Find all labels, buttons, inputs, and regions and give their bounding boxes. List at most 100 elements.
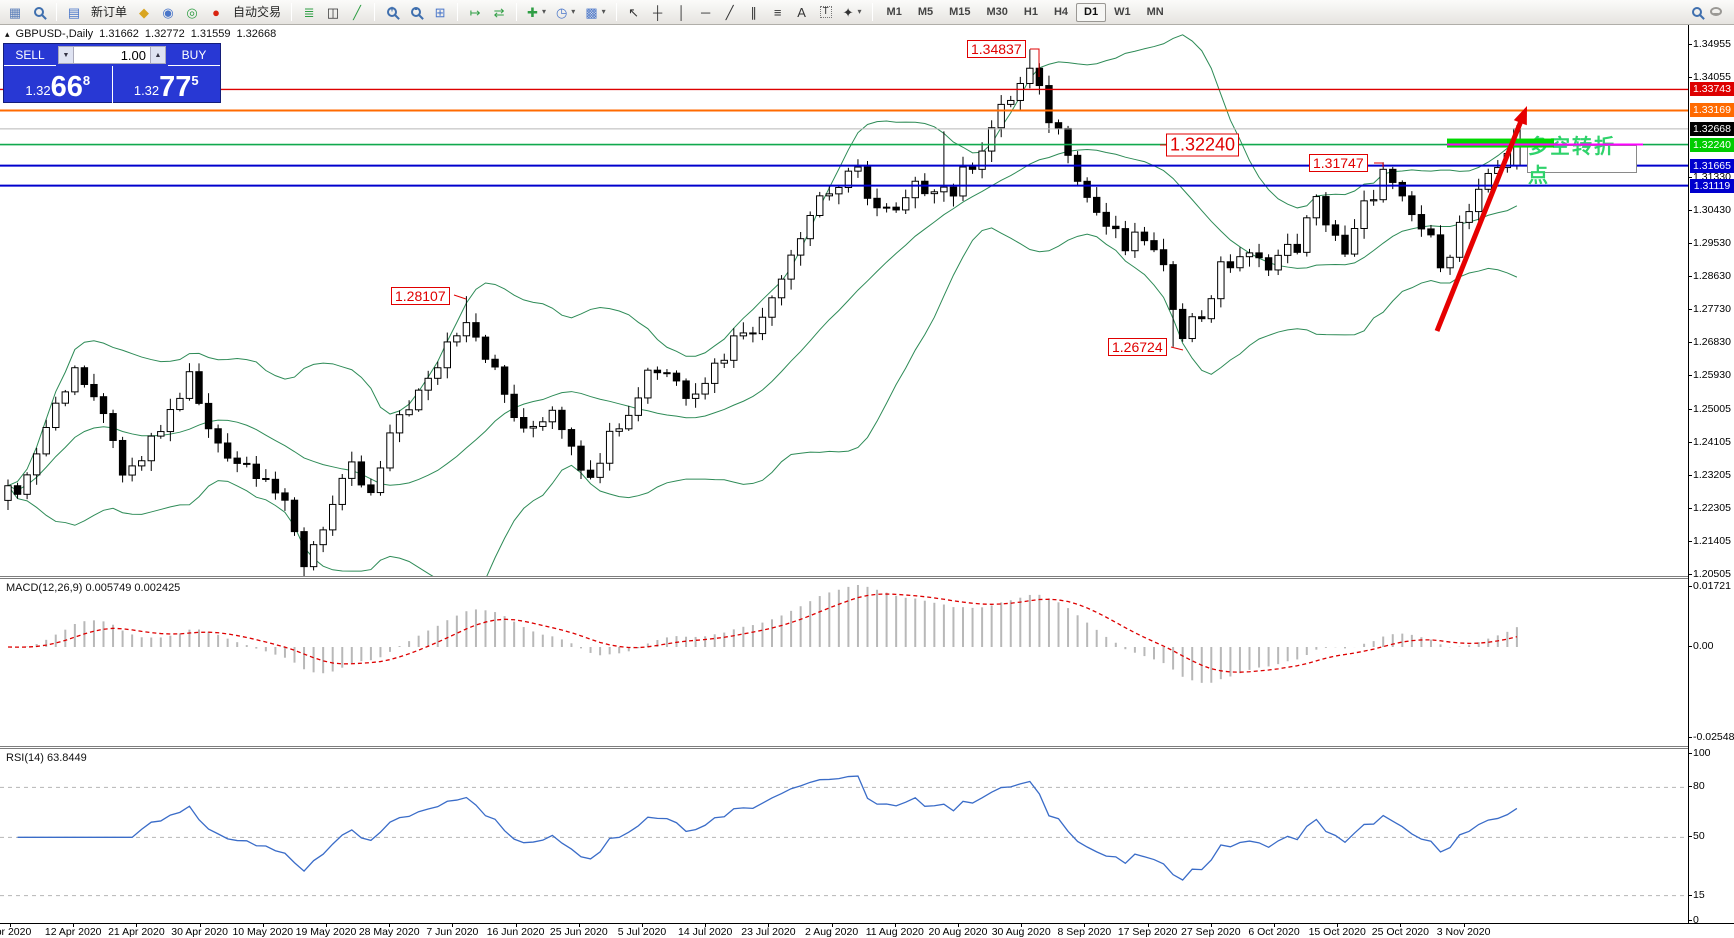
text-icon[interactable]: A: [791, 2, 813, 23]
signals-icon: ◎: [186, 6, 197, 19]
candle-body: [1065, 128, 1071, 155]
candle-body: [683, 381, 689, 398]
candle-body: [91, 384, 97, 396]
signals-icon[interactable]: ◎: [181, 2, 203, 23]
search-icon[interactable]: [1692, 7, 1702, 17]
dropdown-arrow-icon[interactable]: ▾: [542, 8, 546, 16]
autotrade-icon[interactable]: ●: [205, 2, 227, 23]
templates-icon[interactable]: ▩▾: [581, 2, 609, 23]
cursor-icon[interactable]: ↖: [623, 2, 645, 23]
metatrader-app: ▦▤新订单◆◉◎●自动交易≣◫╱+-⊞↦⇄✚▾◷▾▩▾↖┼│─╱∥≡AT✦▾M1…: [0, 0, 1734, 938]
price-callout-1.31747[interactable]: 1.31747: [1309, 154, 1368, 172]
date-label: 2 Aug 2020: [805, 926, 858, 938]
zoom-in-icon[interactable]: +: [381, 2, 403, 23]
candlestick-chart-icon[interactable]: ◫: [322, 2, 344, 23]
bull-bear-turning-point-note[interactable]: 多空转折点: [1527, 145, 1637, 173]
timeframe-button-m5[interactable]: M5: [910, 3, 941, 22]
timeframe-button-w1[interactable]: W1: [1106, 3, 1139, 22]
print-preview-icon: [34, 7, 44, 17]
vertical-line-icon[interactable]: │: [671, 2, 693, 23]
price-axis[interactable]: 1.349551.340551.313301.304301.295301.286…: [1688, 25, 1734, 923]
channel-icon[interactable]: ∥: [743, 2, 765, 23]
timeframe-button-m30[interactable]: M30: [979, 3, 1016, 22]
candle-body: [148, 436, 154, 461]
timeframe-button-m1[interactable]: M1: [879, 3, 910, 22]
timeframe-toolbar: M1M5M15M30H1H4D1W1MN: [879, 3, 1172, 22]
candle-body: [874, 198, 880, 207]
rsi-pane-divider[interactable]: [0, 746, 1734, 749]
timeframe-button-h4[interactable]: H4: [1046, 3, 1076, 22]
zoom-out-icon[interactable]: -: [405, 2, 427, 23]
price-tick: 1.26830: [1693, 336, 1731, 348]
rsi-pane[interactable]: [0, 748, 1688, 923]
sell-button[interactable]: SELL: [4, 44, 56, 66]
macd-pane[interactable]: [0, 578, 1688, 746]
price-callout-1.32240[interactable]: 1.32240: [1166, 133, 1239, 156]
indicators-icon[interactable]: ✚▾: [523, 2, 550, 23]
price-callout-1.26724[interactable]: 1.26724: [1108, 338, 1167, 356]
fibonacci-icon[interactable]: ≡: [767, 2, 789, 23]
periods-icon[interactable]: ◷▾: [552, 2, 579, 23]
candle-body: [1017, 83, 1023, 100]
candle-body: [530, 426, 536, 428]
price-tick: 1.34955: [1693, 38, 1731, 50]
price-callout-1.34837[interactable]: 1.34837: [967, 40, 1026, 58]
trendline-icon[interactable]: ╱: [719, 2, 741, 23]
volume-decrease-button[interactable]: ▼: [58, 46, 74, 64]
autotrade-label[interactable]: 自动交易: [229, 2, 285, 23]
candle-body: [100, 397, 106, 414]
date-tick: [1021, 924, 1022, 927]
macd-pane-divider[interactable]: [0, 576, 1734, 579]
zoom-in-icon: +: [387, 7, 397, 17]
volume-increase-button[interactable]: ▲: [150, 46, 166, 64]
candle-body: [1094, 197, 1100, 212]
candle-body: [731, 336, 737, 360]
dropdown-arrow-icon[interactable]: ▾: [858, 8, 862, 16]
dropdown-arrow-icon[interactable]: ▾: [602, 8, 606, 16]
clean-charts-icon[interactable]: ◆: [133, 2, 155, 23]
candle-body: [807, 215, 813, 238]
date-tick: [136, 924, 137, 927]
charts-grid-icon[interactable]: ▦: [4, 2, 26, 23]
price-chart[interactable]: [0, 25, 1688, 576]
candle-body: [549, 410, 555, 422]
chart-shift-icon[interactable]: ⇄: [488, 2, 510, 23]
date-tick: [1211, 924, 1212, 927]
price-callout-1.28107[interactable]: 1.28107: [391, 287, 450, 305]
collapse-icon[interactable]: ▴: [5, 29, 10, 40]
sell-price[interactable]: 1.32 66 8: [4, 66, 113, 103]
line-chart-icon[interactable]: ╱: [346, 2, 368, 23]
new-order-label[interactable]: 新订单: [87, 2, 131, 23]
macd-tick: 0.00: [1693, 640, 1713, 652]
candle-body: [1380, 169, 1386, 199]
timeframe-button-h1[interactable]: H1: [1016, 3, 1046, 22]
price-tick: 1.21405: [1693, 535, 1731, 547]
horizontal-line-icon[interactable]: ─: [695, 2, 717, 23]
arrows-icon[interactable]: ✦▾: [839, 2, 866, 23]
candle-body: [1428, 229, 1434, 235]
volume-input[interactable]: [74, 46, 150, 64]
date-tick: [642, 924, 643, 927]
new-order-icon[interactable]: ▤: [63, 2, 85, 23]
timeframe-button-m15[interactable]: M15: [941, 3, 978, 22]
expert-advisors-icon[interactable]: ◉: [157, 2, 179, 23]
tile-windows-icon[interactable]: ⊞: [429, 2, 451, 23]
candle-body: [797, 239, 803, 255]
price-level-label: 1.32240: [1690, 138, 1734, 152]
timeframe-button-mn[interactable]: MN: [1139, 3, 1172, 22]
date-axis[interactable]: Apr 202012 Apr 202021 Apr 202030 Apr 202…: [0, 923, 1734, 938]
crosshair-icon[interactable]: ┼: [647, 2, 669, 23]
buy-button[interactable]: BUY: [168, 44, 220, 66]
dropdown-arrow-icon[interactable]: ▾: [571, 8, 575, 16]
candle-body: [788, 255, 794, 279]
label-icon[interactable]: T: [815, 2, 837, 23]
bars-chart-icon[interactable]: ≣: [298, 2, 320, 23]
auto-scroll-icon[interactable]: ↦: [464, 2, 486, 23]
buy-price[interactable]: 1.32 77 5: [113, 66, 221, 103]
print-preview-icon[interactable]: [28, 2, 50, 23]
candle-body: [1304, 218, 1310, 253]
chat-icon[interactable]: [1710, 7, 1722, 16]
candle-body: [626, 415, 632, 428]
timeframe-button-d1[interactable]: D1: [1076, 3, 1106, 22]
candle-body: [1313, 197, 1319, 218]
